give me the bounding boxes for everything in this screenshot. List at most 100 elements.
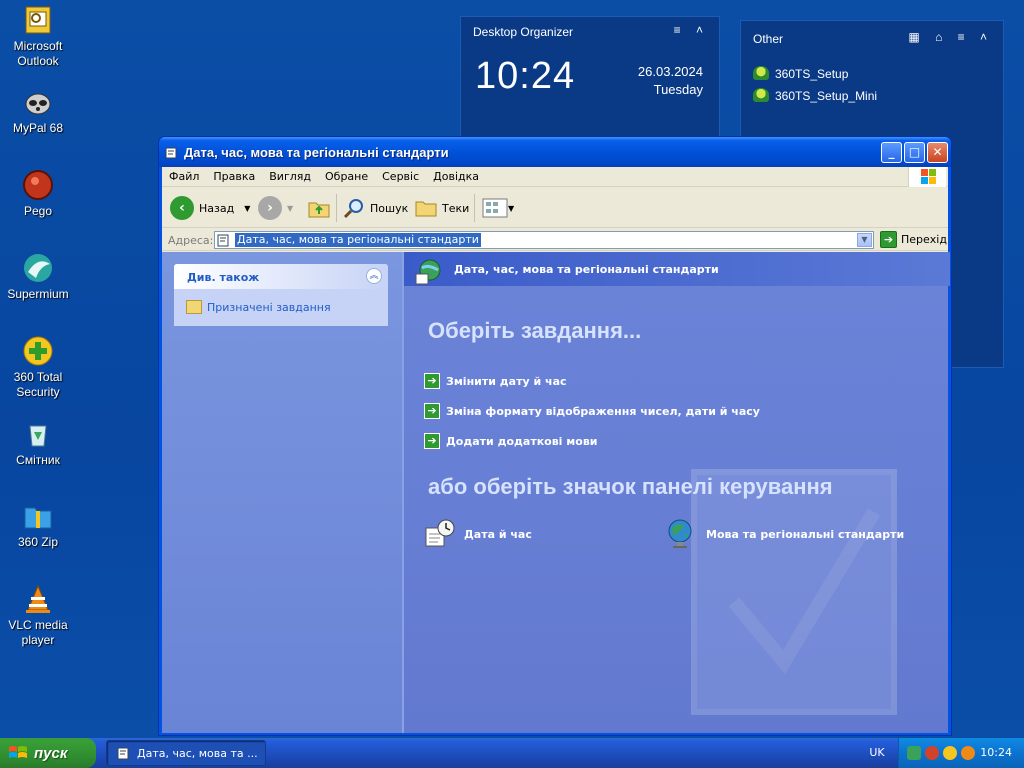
- search-icon: [343, 199, 363, 219]
- close-button[interactable]: ✕: [927, 142, 948, 163]
- tray-search-icon[interactable]: [961, 746, 975, 760]
- setup-icon: [753, 88, 769, 102]
- back-arrow-icon: ‹: [170, 196, 194, 220]
- desktop-icon-label: VLC media player: [8, 618, 68, 647]
- forward-button[interactable]: › ▼: [258, 194, 293, 222]
- tray-stop-icon[interactable]: [925, 746, 939, 760]
- up-folder-button[interactable]: [307, 194, 331, 222]
- see-also-panel: Див. також ︽ Призначені завдання: [174, 264, 388, 326]
- forward-dropdown-icon[interactable]: ▼: [287, 204, 293, 213]
- globe-icon: [668, 519, 692, 548]
- search-button[interactable]: Пошук: [342, 194, 408, 222]
- address-label: Адреса:: [168, 234, 214, 247]
- category-header: Дата, час, мова та регіональні стандарти: [404, 252, 950, 286]
- address-dropdown-icon[interactable]: ▼: [857, 233, 872, 247]
- desktop-icon-label: 360 Total Security: [13, 370, 63, 399]
- go-arrow-icon: ➔: [880, 231, 897, 248]
- taskbar-window-button[interactable]: Дата, час, мова та ...: [106, 740, 266, 766]
- views-grid-icon: [482, 198, 508, 218]
- other-item-360ts-setup[interactable]: 360TS_Setup: [753, 66, 848, 81]
- outlook-icon: [25, 6, 51, 34]
- address-bar: Адреса: Дата, час, мова та регіональні с…: [162, 229, 948, 251]
- pick-icon-heading: або оберіть значок панелі керування: [428, 474, 833, 499]
- start-label: пуск: [34, 744, 68, 762]
- menu-tools[interactable]: Сервіс: [375, 167, 426, 183]
- scheduled-tasks-icon: [186, 300, 202, 314]
- see-also-header[interactable]: Див. також ︽: [174, 264, 388, 289]
- desktop-icon-mypal[interactable]: MyPal 68: [0, 86, 76, 136]
- tray-clock[interactable]: 10:24: [980, 746, 1012, 759]
- menu-edit[interactable]: Правка: [206, 167, 262, 183]
- zip-folder-icon: [24, 507, 52, 529]
- maximize-button[interactable]: □: [904, 142, 925, 163]
- toolbar: ‹ Назад ▼ › ▼ Пошук Теки ▼: [162, 188, 948, 228]
- task-add-languages[interactable]: ➔ Додати додаткові мови: [424, 433, 598, 449]
- desktop-icon-360-total-security[interactable]: 360 Total Security: [0, 335, 76, 400]
- menu-help[interactable]: Довідка: [426, 167, 486, 183]
- views-button[interactable]: ▼: [482, 194, 514, 222]
- task-arrow-icon: ➔: [424, 373, 440, 389]
- window-client: Файл Правка Вигляд Обране Сервіс Довідка ‹ Наз…: [162, 167, 950, 733]
- folder-up-icon: [308, 202, 330, 218]
- widget-title: Desktop Organizer: [473, 25, 574, 39]
- desktop-organizer-widget: Desktop Organizer ≡ ˄ 10:24 26.03.2024 T…: [460, 16, 720, 146]
- desktop-icon-label: 360 Zip: [17, 535, 59, 549]
- scheduled-tasks-link[interactable]: Призначені завдання: [186, 300, 331, 314]
- date-time-applet[interactable]: Дата й час: [424, 518, 532, 550]
- vlc-cone-icon: [26, 584, 50, 613]
- desktop-icon-vlc[interactable]: VLC media player: [0, 583, 76, 648]
- control-panel-small-icon: [117, 747, 129, 760]
- widget-controls-icon[interactable]: ▦ ⌂ ≡ ˄: [908, 30, 993, 44]
- desktop: Microsoft Outlook MyPal 68 Pego Supermiu…: [0, 0, 1024, 738]
- collapse-chevron-icon[interactable]: ︽: [366, 268, 382, 284]
- back-button[interactable]: ‹ Назад ▼: [170, 194, 250, 222]
- menu-view[interactable]: Вигляд: [262, 167, 318, 183]
- other-item-360ts-setup-mini[interactable]: 360TS_Setup_Mini: [753, 88, 877, 103]
- 360-security-icon: [23, 336, 53, 366]
- desktop-icon-outlook[interactable]: Microsoft Outlook: [0, 4, 76, 69]
- widget-weekday: Tuesday: [653, 82, 703, 97]
- address-value: Дата, час, мова та регіональні стандарти: [235, 233, 481, 247]
- tray-security-icon[interactable]: [943, 746, 957, 760]
- folders-button[interactable]: Теки: [414, 194, 469, 222]
- desktop-icon-supermium[interactable]: Supermium: [0, 252, 76, 302]
- go-button[interactable]: ➔ Перехід: [880, 231, 947, 248]
- widget-clock-time: 10:24: [475, 55, 576, 97]
- menu-favorites[interactable]: Обране: [318, 167, 375, 183]
- control-panel-window: Дата, час, мова та регіональні стандарти…: [158, 136, 952, 736]
- desktop-icon-recycle-bin[interactable]: Смітник: [0, 418, 76, 468]
- language-indicator[interactable]: UK: [862, 738, 892, 768]
- minimize-button[interactable]: _: [881, 142, 902, 163]
- widget-date: 26.03.2024: [637, 64, 703, 79]
- window-titlebar[interactable]: Дата, час, мова та регіональні стандарти…: [159, 137, 951, 167]
- regional-settings-applet[interactable]: Мова та регіональні стандарти: [666, 518, 904, 550]
- desktop-icon-label: Смітник: [16, 453, 60, 467]
- toolbar-separator: [336, 194, 337, 222]
- control-panel-small-icon: [217, 234, 229, 247]
- task-change-date-time[interactable]: ➔ Змінити дату й час: [424, 373, 567, 389]
- forward-arrow-icon: ›: [258, 196, 282, 220]
- desktop-icon-360-zip[interactable]: 360 Zip: [0, 500, 76, 550]
- globe-clock-icon: [415, 259, 441, 285]
- toolbar-separator: [474, 194, 475, 222]
- widget-title: Other: [753, 32, 784, 46]
- windows-logo-icon: [908, 167, 946, 187]
- desktop-icon-label: Microsoft Outlook: [13, 39, 63, 68]
- back-dropdown-icon[interactable]: ▼: [244, 204, 250, 213]
- widget-clock-date: 26.03.2024 Tuesday: [638, 63, 703, 99]
- desktop-icon-label: Supermium: [7, 287, 69, 301]
- desktop-icon-label: Pego: [23, 204, 53, 218]
- system-tray: 10:24: [898, 738, 1024, 768]
- widget-menu-icon[interactable]: ≡ ˄: [674, 23, 709, 37]
- tray-network-icon[interactable]: [907, 746, 921, 760]
- views-dropdown-icon[interactable]: ▼: [508, 204, 514, 213]
- address-input[interactable]: Дата, час, мова та регіональні стандарти…: [214, 231, 874, 249]
- windows-flag-icon: [9, 746, 27, 758]
- content-area: Див. також ︽ Призначені завдання Дата, ч…: [162, 252, 950, 733]
- start-button[interactable]: пуск: [0, 738, 96, 768]
- window-icon: [165, 147, 177, 159]
- menu-file[interactable]: Файл: [162, 167, 206, 183]
- task-change-number-format[interactable]: ➔ Зміна формату відображення чисел, дати …: [424, 403, 760, 419]
- desktop-icon-pego[interactable]: Pego: [0, 169, 76, 219]
- task-arrow-icon: ➔: [424, 433, 440, 449]
